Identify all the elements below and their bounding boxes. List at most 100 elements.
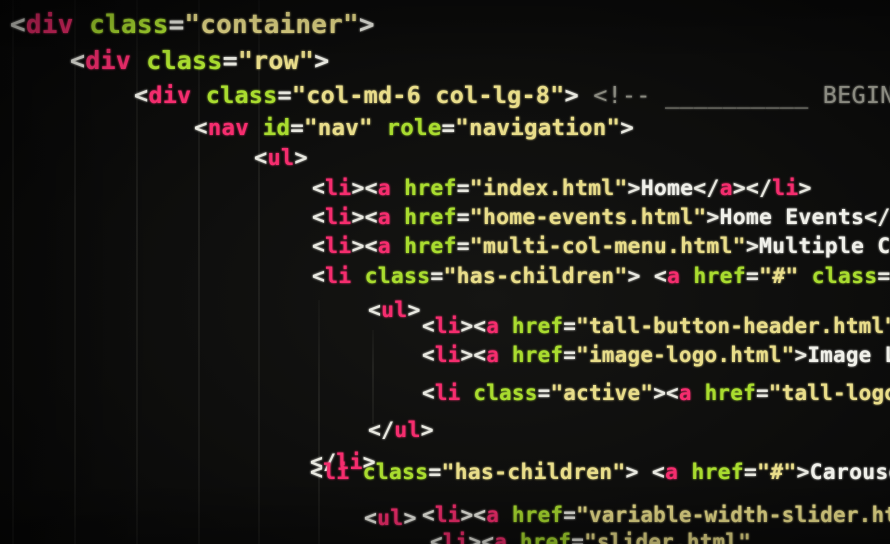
code-token: "variable-width-slider.html <box>576 503 890 527</box>
code-token: >< <box>460 314 487 338</box>
code-token: < <box>364 506 378 531</box>
code-token: class <box>473 381 538 405</box>
code-token: div <box>148 81 192 109</box>
code-line-10: <ul> <box>368 300 421 322</box>
code-editor[interactable]: <div class="container"> <div class="row"… <box>0 0 890 544</box>
code-token: >< <box>351 234 378 259</box>
code-token: li <box>434 381 461 405</box>
code-token: </ <box>693 176 720 201</box>
code-token: "tall-logo. <box>768 381 890 405</box>
code-line-18: <li><a href="variable-width-slider.html <box>422 505 890 526</box>
code-token: Home <box>640 176 694 201</box>
code-token: class <box>146 46 223 75</box>
code-token: href <box>404 205 457 230</box>
code-token: ></ <box>732 176 773 201</box>
code-token: div <box>85 46 132 75</box>
code-token: > <box>407 298 421 323</box>
code-token: > <box>564 81 579 109</box>
code-token: > <box>627 176 641 201</box>
code-token: > <box>294 146 308 171</box>
code-line-19: <li><a href="slider.html" <box>430 532 751 544</box>
indent-guide <box>74 0 76 544</box>
code-token: ul <box>377 506 404 531</box>
code-token: "#" <box>759 264 799 289</box>
code-line-14: </ul> <box>368 420 434 442</box>
code-token: a <box>678 381 692 405</box>
code-line-6: <li><a href="index.html">Home</a></li> <box>312 178 812 200</box>
code-token: < <box>312 205 326 230</box>
indent-guide <box>12 0 14 544</box>
indent-guide <box>372 330 374 424</box>
code-token: >< <box>351 205 378 230</box>
code-token: < <box>312 176 326 201</box>
code-token: < <box>422 503 435 527</box>
code-token: < <box>310 460 324 485</box>
code-token: = <box>456 205 470 230</box>
code-token: a <box>377 205 391 230</box>
code-token: > <box>706 205 720 230</box>
code-token: < <box>651 460 665 485</box>
code-token: </ <box>368 418 395 443</box>
code-token: href <box>519 530 572 544</box>
code-token: nav <box>207 115 249 141</box>
code-token: = <box>563 503 577 527</box>
code-line-7: <li><a href="home-events.html">Home Even… <box>312 207 890 229</box>
code-token: < <box>194 115 208 141</box>
code-token: ul <box>381 298 408 323</box>
code-token: > <box>620 115 634 141</box>
code-token: > <box>745 234 759 259</box>
code-token: > <box>314 46 330 75</box>
code-token: < <box>422 381 435 405</box>
code-token: a <box>486 503 500 527</box>
code-token: "has-children" <box>443 264 628 289</box>
code-line-16: <li class="has-children"> <a href="#">Ca… <box>310 462 890 484</box>
code-token: li <box>325 264 352 289</box>
code-token: = <box>222 46 238 75</box>
code-token: = <box>168 10 185 40</box>
code-line-3: <div class="col-md-6 col-lg-8"> <!-- ___… <box>134 81 890 109</box>
code-token: = <box>456 176 470 201</box>
code-token: "container" <box>184 10 359 40</box>
code-token: = <box>755 381 769 405</box>
code-token: > <box>420 418 434 443</box>
code-token: "nav" <box>304 115 373 141</box>
code-token: > <box>625 460 639 485</box>
code-token: href <box>404 176 457 201</box>
code-token: > <box>627 264 641 289</box>
code-token: = <box>456 234 470 259</box>
code-token: < <box>653 264 667 289</box>
code-token: < <box>312 234 326 259</box>
code-token: Multiple Col <box>758 234 890 259</box>
code-token: a <box>486 314 500 338</box>
code-token: href <box>693 264 746 289</box>
code-line-1: <div class="container"> <box>10 12 375 38</box>
code-token: ul <box>394 418 421 443</box>
code-token: </ <box>864 205 890 230</box>
code-token: a <box>486 343 500 367</box>
code-token: < <box>368 298 382 323</box>
code-token: li <box>434 503 461 527</box>
code-token: href <box>511 314 564 338</box>
code-token: "navigation" <box>455 115 621 141</box>
code-token: < <box>312 264 326 289</box>
code-token: li <box>442 530 469 544</box>
code-token: class <box>89 10 169 40</box>
code-token: < <box>422 343 435 367</box>
code-token: > <box>358 10 375 40</box>
code-token: < <box>70 46 86 75</box>
code-token: "image-logo.html" <box>576 343 795 367</box>
